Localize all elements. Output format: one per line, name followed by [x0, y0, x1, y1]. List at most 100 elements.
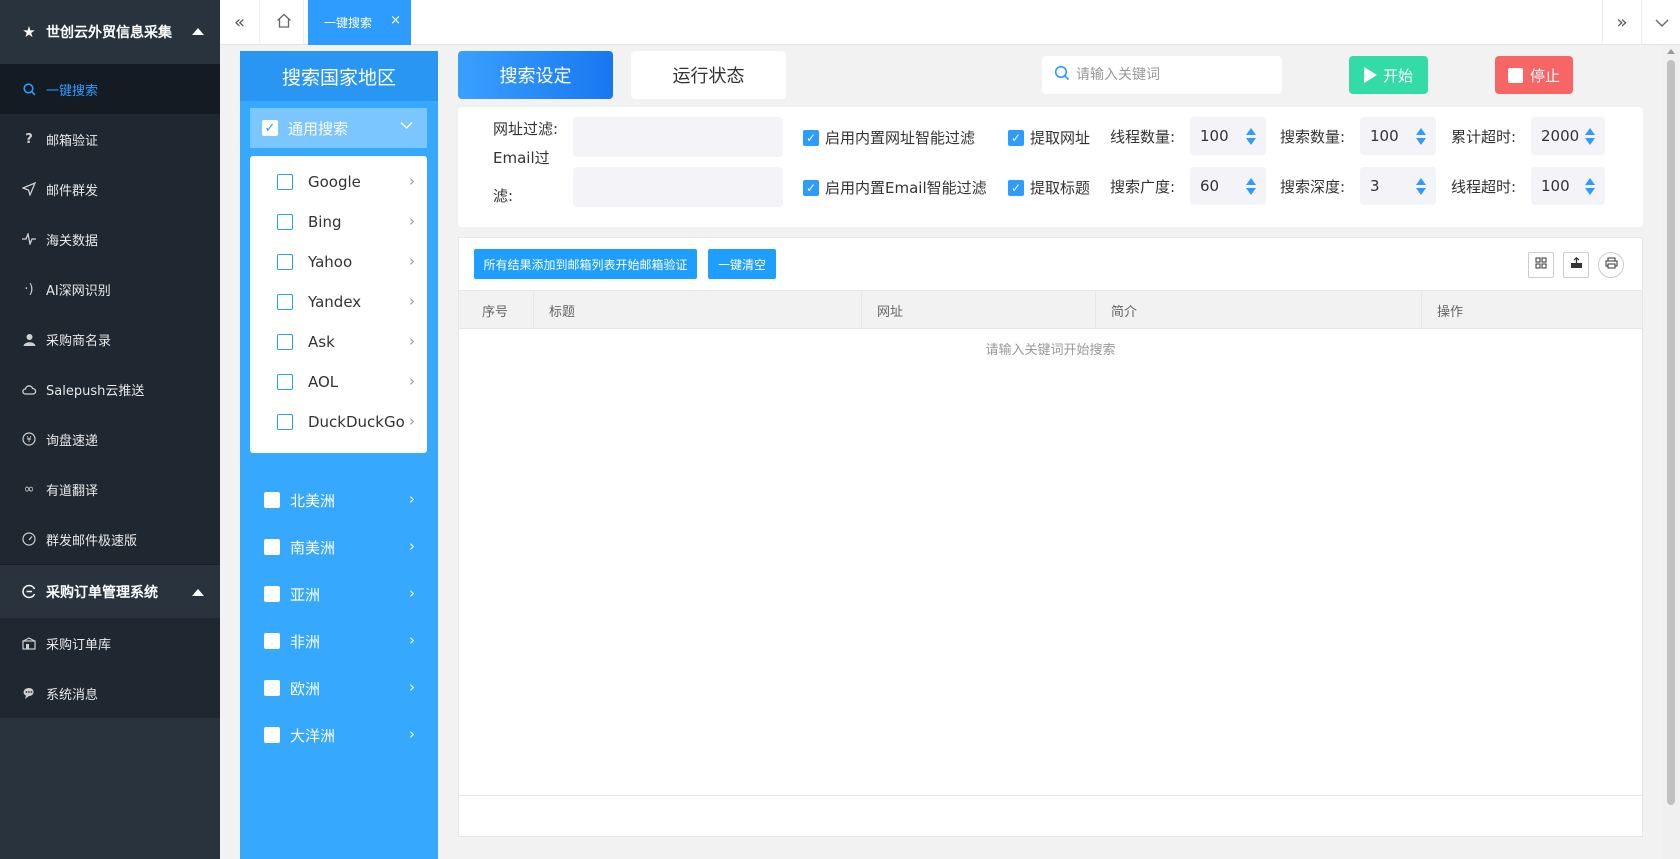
- col-header-url[interactable]: 网址: [862, 291, 1096, 329]
- engine-checkbox[interactable]: [277, 254, 293, 270]
- engine-checkbox[interactable]: [277, 374, 293, 390]
- chevron-right-icon: ›: [409, 292, 415, 310]
- warehouse-icon: [20, 636, 38, 650]
- tab-one-click-search[interactable]: 一键搜索 ×: [308, 0, 411, 45]
- home-icon: [276, 12, 292, 33]
- url-filter-input[interactable]: [573, 117, 783, 157]
- sidebar-item-mass-mail-fast[interactable]: 群发邮件极速版: [0, 514, 220, 564]
- engine-item-ask[interactable]: Ask ›: [250, 322, 427, 362]
- chevron-right-icon: ›: [409, 252, 415, 270]
- sidebar-item-email-verify[interactable]: ? 邮箱验证: [0, 114, 220, 164]
- engine-label: Bing: [308, 213, 342, 231]
- col-header-title[interactable]: 标题: [534, 291, 862, 329]
- engine-item-yahoo[interactable]: Yahoo ›: [250, 242, 427, 282]
- engine-checkbox[interactable]: [277, 214, 293, 230]
- sidebar-group-info-collect[interactable]: ★ 世创云外贸信息采集: [0, 0, 220, 64]
- chevron-right-icon: ›: [409, 372, 415, 390]
- tab-menu-button[interactable]: [1642, 0, 1680, 45]
- sidebar-item-customs-data[interactable]: 海关数据: [0, 214, 220, 264]
- print-button[interactable]: [1598, 252, 1624, 278]
- continent-africa[interactable]: 非洲 ›: [250, 621, 427, 661]
- engine-checkbox[interactable]: [277, 294, 293, 310]
- general-search-toggle[interactable]: ✓ 通用搜索: [250, 108, 427, 148]
- continent-asia[interactable]: 亚洲 ›: [250, 574, 427, 614]
- sidebar-item-salepush[interactable]: Salepush云推送: [0, 364, 220, 414]
- engine-label: AOL: [308, 373, 339, 391]
- tab-search-settings[interactable]: 搜索设定: [458, 51, 613, 99]
- continent-checkbox[interactable]: [264, 586, 280, 602]
- play-icon: [1363, 67, 1377, 83]
- continent-checkbox[interactable]: [264, 539, 280, 555]
- page-scrollbar[interactable]: [1662, 45, 1680, 859]
- engine-checkbox[interactable]: [277, 334, 293, 350]
- sidebar-item-inquiry-express[interactable]: ¥ 询盘速递: [0, 414, 220, 464]
- sidebar-item-youdao-translate[interactable]: ∞ 有道翻译: [0, 464, 220, 514]
- search-count-stepper[interactable]: 100: [1360, 117, 1436, 155]
- engine-checkbox[interactable]: [277, 414, 293, 430]
- general-search-checkbox[interactable]: ✓: [262, 120, 278, 136]
- clear-all-button[interactable]: 一键清空: [708, 249, 776, 279]
- email-smart-filter-option[interactable]: ✓ 启用内置Email智能过滤: [803, 177, 987, 198]
- checkbox-checked-icon[interactable]: ✓: [1008, 129, 1024, 146]
- thread-timeout-stepper[interactable]: 100: [1531, 167, 1605, 205]
- extract-url-option[interactable]: ✓ 提取网址: [1008, 127, 1090, 148]
- continent-europe[interactable]: 欧洲 ›: [250, 668, 427, 708]
- spinner-arrows-icon[interactable]: [1585, 128, 1595, 146]
- sidebar-item-system-messages[interactable]: 系统消息: [0, 668, 220, 718]
- continent-south-america[interactable]: 南美洲 ›: [250, 527, 427, 567]
- checkbox-checked-icon[interactable]: ✓: [1008, 179, 1024, 196]
- search-depth-stepper[interactable]: 3: [1360, 167, 1436, 205]
- continent-checkbox[interactable]: [264, 680, 280, 696]
- close-icon[interactable]: ×: [390, 13, 401, 28]
- sidebar-item-ai-deepweb[interactable]: ·) AI深网识别: [0, 264, 220, 314]
- thread-count-stepper[interactable]: 100: [1190, 117, 1266, 155]
- continent-oceania[interactable]: 大洋洲 ›: [250, 715, 427, 755]
- total-timeout-stepper[interactable]: 2000: [1531, 117, 1605, 155]
- collapse-left-button[interactable]: «: [220, 0, 260, 45]
- extract-title-option[interactable]: ✓ 提取标题: [1008, 177, 1090, 198]
- scroll-right-button[interactable]: »: [1602, 0, 1642, 45]
- sidebar-item-buyer-directory[interactable]: 采购商名录: [0, 314, 220, 364]
- engine-label: DuckDuckGo: [308, 413, 405, 431]
- home-button[interactable]: [264, 0, 304, 45]
- engine-item-yandex[interactable]: Yandex ›: [250, 282, 427, 322]
- caret-up-icon: [192, 28, 204, 35]
- col-header-summary[interactable]: 简介: [1096, 291, 1422, 329]
- sidebar-item-order-library[interactable]: 采购订单库: [0, 618, 220, 668]
- spinner-arrows-icon[interactable]: [1246, 128, 1256, 146]
- tab-run-status[interactable]: 运行状态: [631, 51, 786, 99]
- add-all-to-email-verify-button[interactable]: 所有结果添加到邮箱列表开始邮箱验证: [474, 249, 697, 279]
- spinner-arrows-icon[interactable]: [1246, 178, 1256, 196]
- col-header-index[interactable]: 序号: [459, 291, 534, 329]
- keyword-input[interactable]: [1076, 67, 1276, 83]
- sidebar-item-mass-mail[interactable]: 邮件群发: [0, 164, 220, 214]
- url-smart-filter-option[interactable]: ✓ 启用内置网址智能过滤: [803, 127, 975, 148]
- continent-checkbox[interactable]: [264, 492, 280, 508]
- sidebar-group-order-management[interactable]: 采购订单管理系统: [0, 564, 220, 618]
- spinner-arrows-icon[interactable]: [1416, 128, 1426, 146]
- engine-item-google[interactable]: Google ›: [250, 162, 427, 202]
- continent-checkbox[interactable]: [264, 727, 280, 743]
- engine-item-bing[interactable]: Bing ›: [250, 202, 427, 242]
- continent-north-america[interactable]: 北美洲 ›: [250, 480, 427, 520]
- checkbox-checked-icon[interactable]: ✓: [803, 179, 819, 196]
- search-breadth-stepper[interactable]: 60: [1190, 167, 1266, 205]
- engine-checkbox[interactable]: [277, 174, 293, 190]
- email-filter-input[interactable]: [573, 167, 783, 207]
- engine-item-aol[interactable]: AOL ›: [250, 362, 427, 402]
- columns-toggle-button[interactable]: [1528, 252, 1554, 278]
- start-button[interactable]: 开始: [1349, 56, 1428, 94]
- stop-button[interactable]: 停止: [1495, 56, 1573, 94]
- engine-item-duckduckgo[interactable]: DuckDuckGo ›: [250, 402, 427, 442]
- scroll-up-icon[interactable]: [1667, 49, 1675, 54]
- sidebar-item-one-click-search[interactable]: 一键搜索: [0, 64, 220, 114]
- spinner-arrows-icon[interactable]: [1416, 178, 1426, 196]
- col-header-actions[interactable]: 操作: [1422, 291, 1642, 329]
- scrollbar-thumb[interactable]: [1667, 60, 1675, 805]
- spinner-arrows-icon[interactable]: [1585, 178, 1595, 196]
- export-button[interactable]: [1563, 252, 1589, 278]
- checkbox-checked-icon[interactable]: ✓: [803, 129, 819, 146]
- email-filter-label: Email过: [493, 149, 550, 167]
- continent-checkbox[interactable]: [264, 633, 280, 649]
- stepper-value: 100: [1200, 127, 1229, 145]
